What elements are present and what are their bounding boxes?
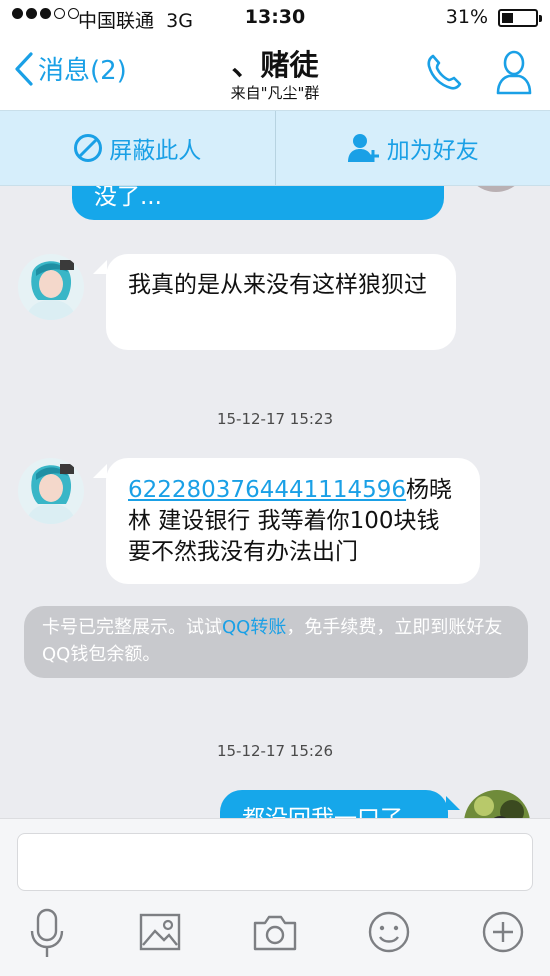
chat-subtitle: 来自"凡尘"群 [230, 84, 320, 102]
bank-card-link[interactable]: 6222803764441114596 [128, 477, 406, 503]
person-icon [496, 50, 532, 95]
action-bar: 屏蔽此人 加为好友 [0, 110, 550, 186]
message-input[interactable] [17, 833, 533, 891]
avatar-self[interactable] [466, 186, 526, 192]
bubble-tail [93, 260, 107, 274]
input-toolbar [0, 907, 550, 963]
message-bubble-incoming[interactable]: 6222803764441114596杨晓林 建设银行 我等着你100块钱 要不… [106, 458, 480, 584]
phone-icon [427, 54, 462, 90]
message-bubble-outgoing[interactable]: 没了... [72, 186, 444, 220]
message-bubble-outgoing[interactable]: 都没回我一口了 [220, 790, 448, 818]
avatar-contact[interactable] [18, 458, 84, 524]
block-icon [74, 134, 103, 162]
message-timestamp: 15-12-17 15:23 [216, 410, 334, 428]
add-person-icon [347, 134, 379, 162]
nav-bar: 消息(2) 、赌徒 来自"凡尘"群 [0, 36, 550, 110]
system-notice-text: 卡号已完整展示。试试 [42, 617, 222, 638]
add-friend-button[interactable]: 加为好友 [276, 111, 550, 185]
system-notice: 卡号已完整展示。试试QQ转账，免手续费，立即到账好友QQ钱包余额。 [24, 606, 528, 678]
battery-percent: 31% [445, 6, 488, 28]
message-bubble-incoming[interactable]: 我真的是从来没有这样狼狈过 [106, 254, 456, 350]
microphone-icon [30, 908, 64, 957]
bubble-tail [446, 796, 460, 810]
profile-button[interactable] [494, 48, 534, 100]
battery-icon [498, 9, 542, 27]
image-icon [139, 913, 181, 951]
message-timestamp: 15-12-17 15:26 [216, 742, 334, 760]
status-bar: 中国联通 3G 13:30 31% [0, 0, 550, 36]
camera-button[interactable] [250, 907, 300, 957]
emoji-button[interactable] [364, 907, 414, 957]
input-bar [0, 818, 550, 976]
image-button[interactable] [136, 907, 186, 957]
plus-icon [482, 911, 524, 953]
call-button[interactable] [424, 52, 464, 96]
message-list[interactable]: 没了... 我真的是从来没有这样狼狈过 15-12-17 15:23 62228… [0, 186, 550, 818]
message-text: 我真的是从来没有这样狼狈过 [128, 272, 427, 298]
block-user-label: 屏蔽此人 [109, 138, 202, 164]
add-friend-label: 加为好友 [386, 138, 479, 164]
emoji-icon [368, 911, 410, 953]
more-button[interactable] [478, 907, 528, 957]
message-text: 都没回我一口了 [242, 806, 403, 818]
bubble-tail [93, 464, 107, 478]
avatar-contact[interactable] [18, 254, 84, 320]
voice-button[interactable] [22, 907, 72, 957]
message-text: 没了... [94, 186, 162, 210]
camera-icon [253, 915, 297, 951]
qq-transfer-link[interactable]: QQ转账 [222, 617, 286, 638]
chat-title: 、赌徒 [231, 48, 319, 82]
avatar-self[interactable] [464, 790, 530, 818]
block-user-button[interactable]: 屏蔽此人 [0, 111, 275, 185]
